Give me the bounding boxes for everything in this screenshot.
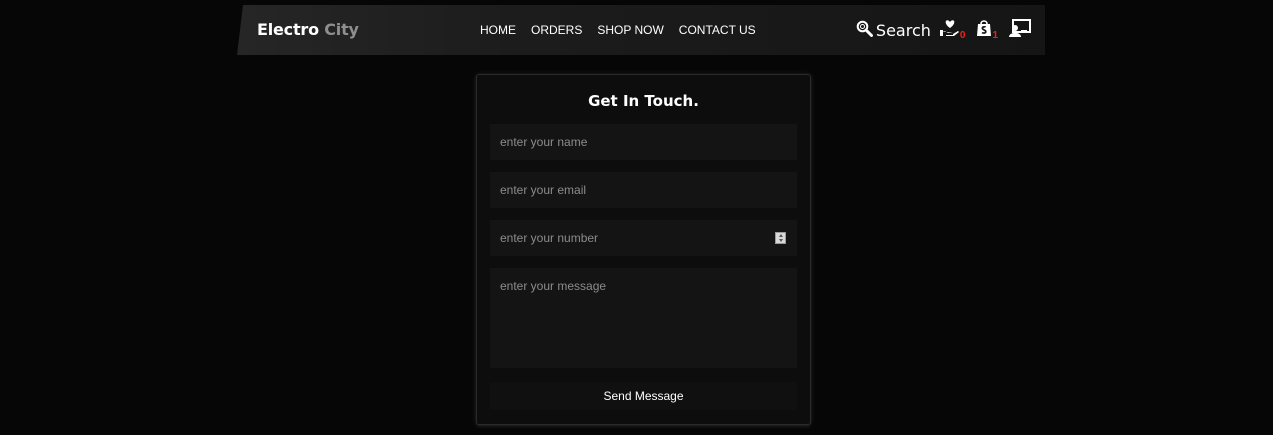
email-field[interactable] xyxy=(490,172,797,208)
wishlist-icon xyxy=(939,19,960,42)
wishlist-button[interactable]: 0 xyxy=(939,19,966,42)
nav-home[interactable]: HOME xyxy=(480,23,516,37)
search-label: Search xyxy=(875,21,931,40)
account-button[interactable] xyxy=(1009,19,1031,42)
nav-shop-now[interactable]: SHOP NOW xyxy=(597,23,663,37)
send-message-button[interactable]: Send Message xyxy=(490,382,797,410)
brand-name-primary: Electro xyxy=(257,20,319,39)
form-title: Get In Touch. xyxy=(588,92,699,110)
account-icon xyxy=(1009,19,1031,42)
cart-button[interactable]: 1 xyxy=(976,19,998,42)
header: Electro City HOME ORDERS SHOP NOW CONTAC… xyxy=(237,5,1045,55)
message-field[interactable] xyxy=(490,268,797,368)
nav-orders[interactable]: ORDERS xyxy=(531,23,582,37)
main-nav: HOME ORDERS SHOP NOW CONTACT US xyxy=(480,23,771,37)
wishlist-count-badge: 0 xyxy=(959,30,966,41)
page: Electro City HOME ORDERS SHOP NOW CONTAC… xyxy=(0,0,1273,435)
nav-contact-us[interactable]: CONTACT US xyxy=(679,23,756,37)
name-field[interactable] xyxy=(490,124,797,160)
cart-count-badge: 1 xyxy=(992,30,998,41)
number-field[interactable] xyxy=(490,220,797,256)
search-button[interactable]: Search xyxy=(856,20,931,42)
search-icon xyxy=(856,20,873,42)
cart-icon xyxy=(976,19,992,42)
brand-name-secondary: City xyxy=(324,20,359,39)
contact-form-card: Get In Touch. Send Message xyxy=(476,74,811,425)
brand-logo[interactable]: Electro City xyxy=(257,20,359,39)
number-spinner-icon[interactable] xyxy=(775,232,786,244)
header-actions: Search 0 1 xyxy=(856,19,1031,42)
